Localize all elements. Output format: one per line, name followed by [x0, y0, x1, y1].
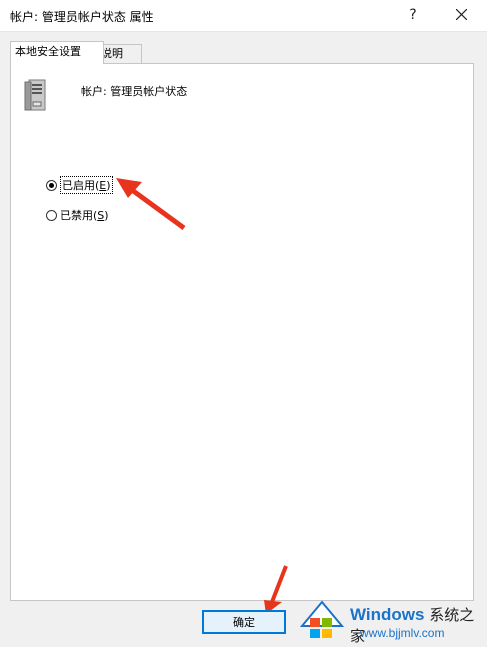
settings-panel: 帐户: 管理员帐户状态 已启用(E) 已禁用(S): [10, 63, 474, 601]
radio-enabled-label[interactable]: 已启用(E): [60, 176, 113, 194]
radio-disabled-button[interactable]: [46, 209, 57, 221]
title-bar: 帐户: 管理员帐户状态 属性 ?: [0, 0, 487, 32]
window-title: 帐户: 管理员帐户状态 属性: [10, 10, 154, 24]
radio-enabled-button[interactable]: [46, 179, 57, 191]
close-button[interactable]: [446, 4, 476, 26]
help-button[interactable]: ?: [398, 4, 428, 26]
watermark-url: www.bjjmlv.com: [360, 626, 445, 640]
radio-enabled[interactable]: 已启用(E): [46, 176, 113, 194]
policy-heading: 帐户: 管理员帐户状态: [81, 85, 188, 98]
radio-disabled[interactable]: 已禁用(S): [46, 207, 109, 223]
radio-disabled-label[interactable]: 已禁用(S): [60, 207, 109, 223]
ok-button[interactable]: 确定: [202, 610, 286, 634]
close-icon: [455, 8, 467, 21]
tab-local-security-setting[interactable]: 本地安全设置: [10, 41, 104, 64]
watermark: Windows 系统之家 www.bjjmlv.com: [298, 592, 487, 647]
annotation-arrow-icon: [264, 565, 288, 614]
windows-logo-icon: [299, 600, 345, 638]
server-icon: [24, 79, 46, 111]
annotation-arrow-icon: [116, 178, 186, 231]
